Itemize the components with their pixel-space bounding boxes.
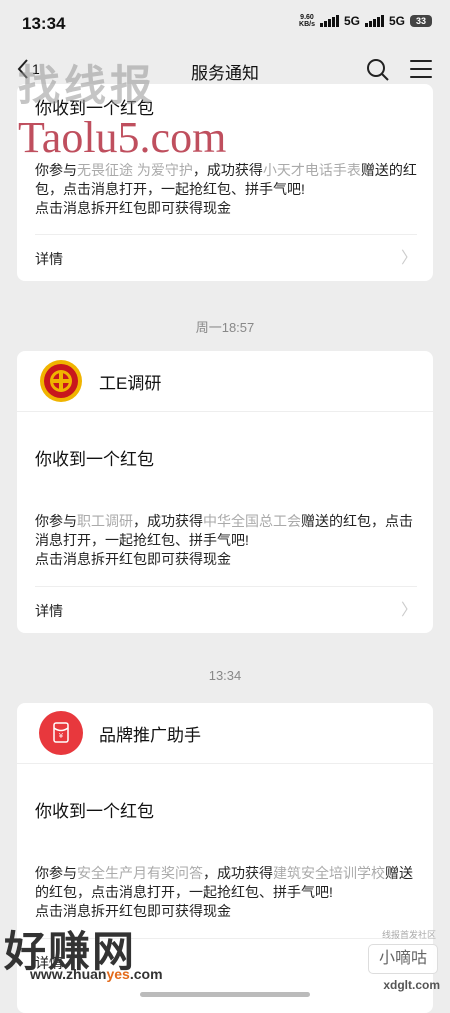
chevron-right-icon: 〉 (400, 250, 417, 267)
card-header: ¥ 品牌推广助手 (17, 703, 433, 764)
body-mid: ，成功获得 (133, 513, 203, 529)
battery-icon: 33 (410, 15, 432, 27)
status-time: 13:34 (22, 14, 66, 33)
detail-link[interactable]: 详情 〉 (35, 586, 417, 631)
red-packet-icon: ¥ (39, 711, 83, 755)
signal-label-1: 5G (343, 14, 360, 28)
body-line2: 点击消息拆开红包即可获得现金 (35, 200, 231, 216)
card-body: 你参与安全生产月有奖问答，成功获得建筑安全培训学校赠送的红包，点击消息打开，一起… (35, 864, 417, 921)
search-icon[interactable] (366, 58, 390, 82)
sender-name: 品牌推广助手 (99, 725, 201, 745)
card-body: 你参与职工调研，成功获得中华全国总工会赠送的红包，点击消息打开，一起抢红包、拼手… (35, 512, 417, 569)
body-line2: 点击消息拆开红包即可获得现金 (35, 551, 231, 567)
detail-link[interactable]: 详情 〉 (35, 234, 417, 279)
sponsor-name: 小天才电话手表 (262, 162, 361, 178)
body-prefix: 你参与 (35, 162, 77, 178)
net-speed-value: 9.60 (300, 14, 314, 21)
card-subject: 你收到一个红包 (35, 450, 154, 469)
status-indicators: 9.60 KB/s 5G 5G 33 (299, 14, 432, 28)
timestamp: 周一18:57 (195, 320, 255, 335)
status-bar: 13:34 9.60 KB/s 5G 5G 33 (0, 0, 450, 44)
body-prefix: 你参与 (35, 513, 77, 529)
body-line2: 点击消息拆开红包即可获得现金 (35, 903, 231, 919)
detail-label: 详情 (35, 251, 63, 267)
timestamp: 13:34 (208, 668, 242, 683)
menu-icon[interactable] (410, 60, 432, 80)
activity-name: 无畏征途 为爱守护 (77, 162, 193, 178)
union-logo-icon (39, 359, 83, 403)
body-mid: ，成功获得 (192, 162, 263, 178)
detail-label: 详情 (35, 955, 63, 971)
activity-name: 职工调研 (77, 513, 133, 529)
signal-bars-icon (319, 15, 339, 27)
net-speed: 9.60 KB/s (299, 14, 315, 28)
card-header: 工E调研 (17, 351, 433, 412)
card-body: 你参与无畏征途 为爱守护，成功获得小天才电话手表赠送的红包，点击消息打开，一起抢… (35, 161, 417, 218)
body-mid: ，成功获得 (203, 865, 273, 881)
message-card[interactable]: 工E调研 你收到一个红包 你参与职工调研，成功获得中华全国总工会赠送的红包，点击… (17, 351, 433, 633)
sponsor-name: 中华全国总工会 (203, 513, 301, 529)
sender-name: 工E调研 (99, 373, 162, 393)
sponsor-name: 建筑安全培训学校 (273, 865, 385, 881)
activity-name: 安全生产月有奖问答 (77, 865, 203, 881)
card-subject: 你收到一个红包 (35, 99, 154, 118)
svg-text:¥: ¥ (59, 732, 64, 740)
signal-bars-icon (364, 15, 384, 27)
body-prefix: 你参与 (35, 865, 77, 881)
detail-label: 详情 (35, 603, 63, 619)
detail-link[interactable]: 详情 (35, 938, 417, 983)
home-indicator[interactable] (140, 992, 310, 997)
signal-label-2: 5G (388, 14, 405, 28)
card-subject: 你收到一个红包 (35, 802, 154, 821)
net-speed-unit: KB/s (299, 21, 315, 28)
message-card[interactable]: 你收到一个红包 你参与无畏征途 为爱守护，成功获得小天才电话手表赠送的红包，点击… (17, 84, 433, 281)
message-card[interactable]: ¥ 品牌推广助手 你收到一个红包 你参与安全生产月有奖问答，成功获得建筑安全培训… (17, 703, 433, 1013)
chevron-right-icon: 〉 (400, 602, 417, 619)
